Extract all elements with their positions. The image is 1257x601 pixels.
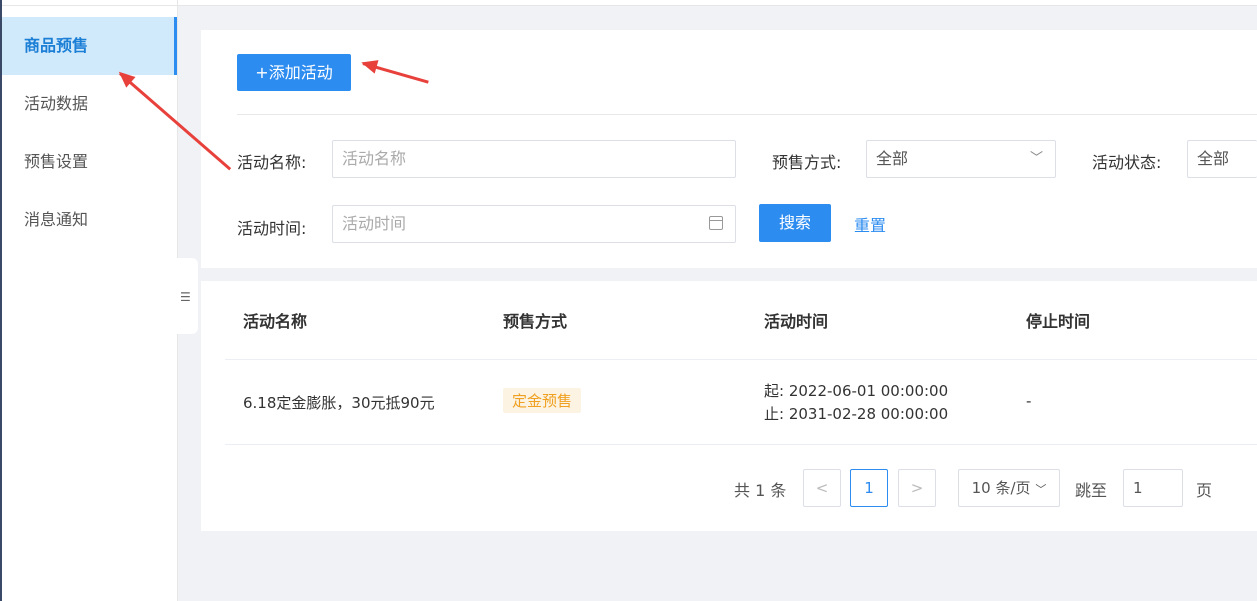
row-divider	[225, 444, 1257, 445]
jump-label: 跳至	[1075, 481, 1108, 500]
cell-activity-name: 6.18定金膨胀，30元抵90元	[243, 394, 435, 412]
indent-icon: ☰	[180, 290, 191, 304]
jump-page-input[interactable]: 1	[1123, 469, 1183, 507]
chevron-down-icon: ﹀	[1035, 483, 1047, 496]
header-divider	[225, 359, 1257, 360]
presale-method-label: 预售方式:	[772, 153, 842, 172]
pagination-total: 共 1 条	[734, 481, 787, 500]
column-header-stop: 停止时间	[1026, 312, 1091, 331]
presale-method-select[interactable]: 全部 ﹀	[866, 140, 1056, 178]
presale-tag: 定金预售	[503, 388, 582, 413]
activity-time-picker[interactable]: 活动时间	[332, 205, 736, 243]
cell-end-time: 止: 2031-02-28 00:00:00	[764, 405, 949, 423]
next-page-button[interactable]: >	[898, 469, 936, 507]
sidebar-item-notifications[interactable]: 消息通知	[2, 191, 177, 249]
table-panel: 活动名称 预售方式 活动时间 停止时间 6.18定金膨胀，30元抵90元 定金预…	[201, 281, 1257, 531]
sidebar-item-activity-data[interactable]: 活动数据	[2, 75, 177, 133]
activity-time-label: 活动时间:	[237, 219, 307, 238]
sidebar: 商品预售 活动数据 预售设置 消息通知	[0, 0, 178, 601]
sidebar-item-presale-settings[interactable]: 预售设置	[2, 133, 177, 191]
activity-time-placeholder: 活动时间	[342, 214, 407, 233]
presale-method-value: 全部	[876, 149, 909, 168]
reset-link[interactable]: 重置	[854, 212, 886, 236]
search-button[interactable]: 搜索	[759, 204, 831, 242]
sidebar-item-presale[interactable]: 商品预售	[2, 17, 177, 75]
activity-status-select[interactable]: 全部	[1187, 140, 1257, 178]
page-size-value: 10 条/页	[971, 479, 1031, 497]
top-header-strip	[178, 0, 1257, 6]
sidebar-top-divider	[0, 0, 178, 6]
chevron-down-icon: ﹀	[1029, 151, 1043, 166]
page-suffix-label: 页	[1196, 481, 1213, 500]
cell-start-time: 起: 2022-06-01 00:00:00	[764, 382, 949, 400]
prev-page-button[interactable]: <	[803, 469, 841, 507]
add-activity-button[interactable]: +添加活动	[237, 54, 351, 91]
column-header-presale: 预售方式	[503, 312, 568, 331]
activity-name-input[interactable]: 活动名称	[332, 140, 736, 178]
cell-stop-time: -	[1026, 392, 1032, 410]
column-header-time: 活动时间	[764, 312, 829, 331]
filter-divider	[237, 114, 1257, 115]
column-header-name: 活动名称	[243, 312, 308, 331]
sidebar-collapse-toggle[interactable]: ☰	[176, 258, 198, 334]
page-size-select[interactable]: 10 条/页 ﹀	[958, 469, 1060, 507]
activity-status-value: 全部	[1197, 149, 1230, 168]
activity-status-label: 活动状态:	[1092, 153, 1162, 172]
activity-name-label: 活动名称:	[237, 153, 307, 172]
page-number-current[interactable]: 1	[850, 469, 888, 507]
calendar-icon	[709, 216, 723, 230]
